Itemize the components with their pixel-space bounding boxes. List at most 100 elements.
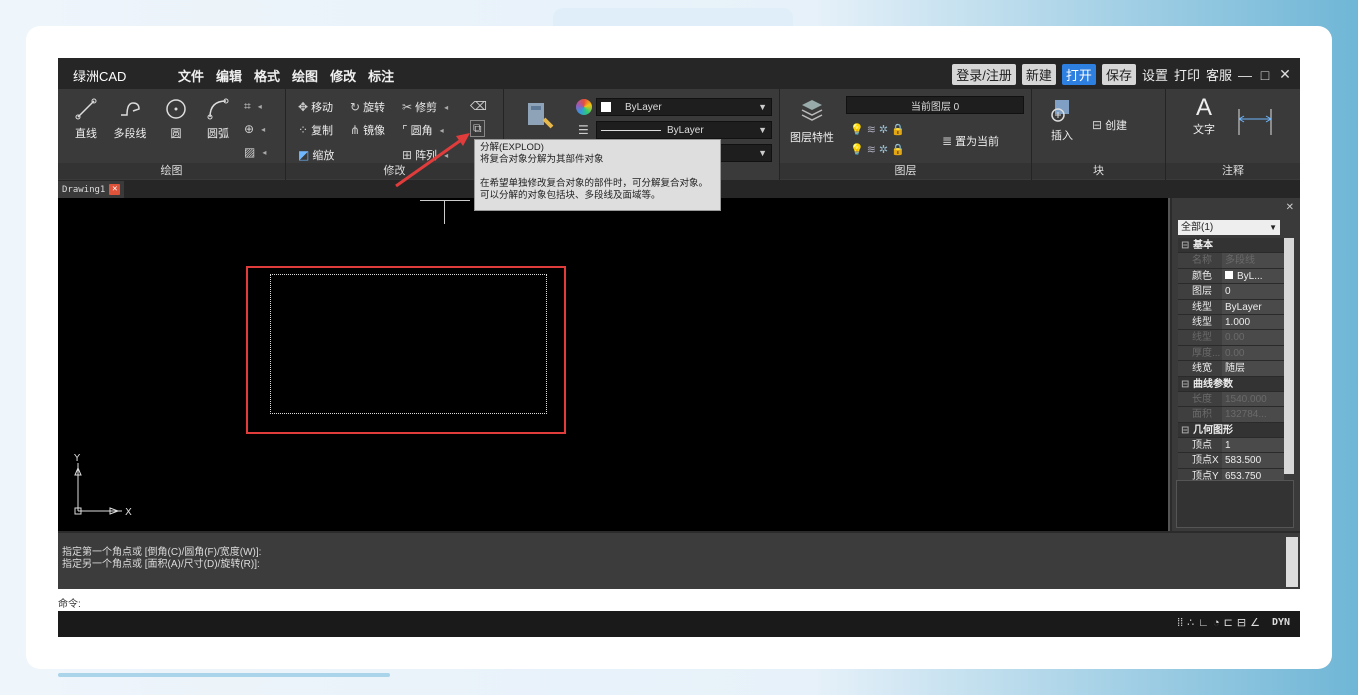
command-history-scrollbar[interactable]	[1286, 537, 1298, 587]
explode-icon: ⧉	[473, 121, 482, 135]
current-layer-select[interactable]: 当前图层 0	[846, 96, 1024, 114]
layer-properties-button[interactable]: 图层特性	[788, 97, 836, 145]
ucs-axis-icon: Y X	[73, 453, 132, 518]
hatch-tool[interactable]: ▨ ◂	[244, 145, 266, 159]
new-button[interactable]: 新建	[1021, 64, 1056, 85]
create-block-button[interactable]: ⊟ 创建	[1092, 117, 1127, 133]
status-bar: ⁞⁞ ∴ ∟ ◔ ⊏ ⊟ ∠ DYN	[58, 611, 1300, 637]
property-category[interactable]: ⊟ 基本	[1178, 238, 1284, 254]
erase-tool[interactable]: ⌫	[470, 99, 487, 113]
scale-tool[interactable]: ◩ 缩放	[298, 147, 334, 163]
command-line[interactable]: 命令:	[58, 589, 1300, 611]
property-value[interactable]: 0.00	[1222, 345, 1284, 361]
array-tool[interactable]: ⊞ 阵列 ◂	[402, 147, 448, 163]
property-row[interactable]: 线型 ByLayer	[1178, 299, 1284, 315]
linetype-select[interactable]: ByLayer ▼	[596, 121, 772, 139]
property-row[interactable]: 顶点 1	[1178, 438, 1284, 454]
property-row[interactable]: 线型生...0.00	[1178, 330, 1284, 358]
line-tool-label: 直线	[75, 128, 97, 140]
rotate-tool[interactable]: ↻ 旋转	[350, 99, 385, 115]
property-row[interactable]: 顶点X 583.500	[1178, 453, 1284, 469]
dyn-toggle[interactable]: DYN	[1272, 617, 1290, 628]
explode-tool[interactable]: ⧉	[470, 120, 485, 137]
property-value[interactable]: 0	[1222, 284, 1284, 299]
close-button[interactable]: ✕	[1278, 66, 1292, 83]
property-category[interactable]: ⊟ 几何图形	[1178, 422, 1284, 439]
drawing-tab[interactable]: Drawing1 ✕	[58, 181, 125, 198]
property-row[interactable]: 颜色 ByL...	[1178, 268, 1284, 285]
text-tool[interactable]: A 文字	[1182, 95, 1226, 137]
print-button[interactable]: 打印	[1174, 65, 1200, 84]
property-value[interactable]: 1.000	[1222, 314, 1284, 330]
menu-edit[interactable]: 编辑	[216, 66, 242, 85]
property-row[interactable]: 长度 1540.000	[1178, 391, 1284, 408]
property-value[interactable]: 多段线	[1222, 253, 1284, 268]
layer-state-tools-row1[interactable]: 💡 ≋ ✲ 🔒	[850, 123, 905, 136]
line-tool[interactable]: 直线	[64, 97, 108, 141]
drawing-canvas[interactable]: Y X	[58, 198, 1170, 531]
color-select[interactable]: ByLayer ▼	[596, 98, 772, 116]
circle-tool[interactable]: 圆	[154, 97, 198, 141]
property-value[interactable]: ByL...	[1222, 268, 1284, 284]
rectangle-tool[interactable]: ⌗ ◂	[244, 99, 262, 114]
property-row[interactable]: 线型比...1.000	[1178, 314, 1284, 343]
collapse-icon[interactable]: ⊟	[1181, 238, 1189, 253]
menu-draw[interactable]: 绘图	[292, 66, 318, 85]
properties-scrollbar[interactable]	[1284, 238, 1294, 474]
move-tool[interactable]: ✥ 移动	[298, 99, 333, 115]
property-value[interactable]: 132784...	[1222, 407, 1284, 422]
copy-tool[interactable]: ⁘ 复制	[298, 122, 333, 138]
property-category[interactable]: ⊟ 曲线参数	[1178, 376, 1284, 392]
otrack-icon[interactable]: ⊟	[1237, 616, 1246, 629]
property-value[interactable]: ByLayer	[1222, 299, 1284, 314]
close-panel-icon[interactable]: ✕	[1286, 202, 1294, 213]
lineweight-icon[interactable]: ∠	[1250, 616, 1260, 629]
property-row[interactable]: 线宽 随层	[1178, 361, 1284, 377]
collapse-icon[interactable]: ⊟	[1181, 423, 1189, 438]
grid-icon[interactable]: ⁞⁞	[1177, 617, 1183, 629]
maximize-button[interactable]: □	[1258, 67, 1272, 83]
fillet-icon: ⌜	[402, 123, 408, 137]
polyline-tool[interactable]: 多段线	[108, 97, 152, 141]
set-current-layer-button[interactable]: ≣ 置为当前	[942, 133, 999, 149]
trim-icon: ✂	[402, 100, 413, 114]
dimension-tool[interactable]	[1236, 107, 1276, 140]
settings-button[interactable]: 设置	[1142, 65, 1168, 84]
property-row[interactable]: 厚度... 0.00	[1178, 345, 1284, 362]
property-value[interactable]: 583.500	[1222, 453, 1284, 468]
insert-block-button[interactable]: 插入	[1040, 97, 1084, 143]
support-button[interactable]: 客服	[1206, 65, 1232, 84]
save-button[interactable]: 保存	[1101, 64, 1136, 85]
menu-file[interactable]: 文件	[178, 66, 204, 85]
layer-lock-icon: ✲	[878, 144, 889, 156]
match-properties-button[interactable]	[526, 101, 554, 134]
ortho-icon[interactable]: ∟	[1198, 617, 1209, 629]
text-tool-label: 文字	[1193, 124, 1215, 136]
property-value[interactable]: 0.00	[1222, 330, 1284, 345]
osnap-icon[interactable]: ⊏	[1224, 616, 1233, 629]
property-value[interactable]: 随层	[1222, 361, 1284, 376]
menu-modify[interactable]: 修改	[330, 66, 356, 85]
open-button[interactable]: 打开	[1061, 64, 1096, 85]
ellipse-tool[interactable]: ⊕ ◂	[244, 122, 265, 136]
property-row[interactable]: 名称 多段线	[1178, 253, 1284, 269]
minimize-button[interactable]: —	[1238, 67, 1252, 83]
property-row[interactable]: 面积 132784...	[1178, 407, 1284, 423]
selection-filter-dropdown[interactable]: 全部(1) ▼	[1178, 220, 1280, 235]
fillet-tool[interactable]: ⌜ 圆角 ◂	[402, 122, 444, 138]
mirror-tool[interactable]: ⋔ 镜像	[350, 122, 385, 138]
trim-tool[interactable]: ✂ 修剪 ◂	[402, 99, 448, 115]
layer-state-tools-row2[interactable]: 💡 ≋ ✲ 🔒	[850, 143, 905, 156]
property-row[interactable]: 图层 0	[1178, 284, 1284, 300]
polar-icon[interactable]: ◔	[1213, 617, 1220, 629]
property-value[interactable]: 1540.000	[1222, 391, 1284, 407]
menu-dimension[interactable]: 标注	[368, 66, 394, 85]
collapse-icon[interactable]: ⊟	[1181, 377, 1189, 392]
property-value-text: ByLayer	[1225, 301, 1262, 313]
arc-tool[interactable]: 圆弧	[196, 97, 240, 141]
login-button[interactable]: 登录/注册	[952, 64, 1016, 85]
close-tab-icon[interactable]: ✕	[109, 184, 121, 195]
snap-icon[interactable]: ∴	[1187, 616, 1194, 629]
menu-format[interactable]: 格式	[254, 66, 280, 85]
property-value[interactable]: 1	[1222, 438, 1284, 453]
